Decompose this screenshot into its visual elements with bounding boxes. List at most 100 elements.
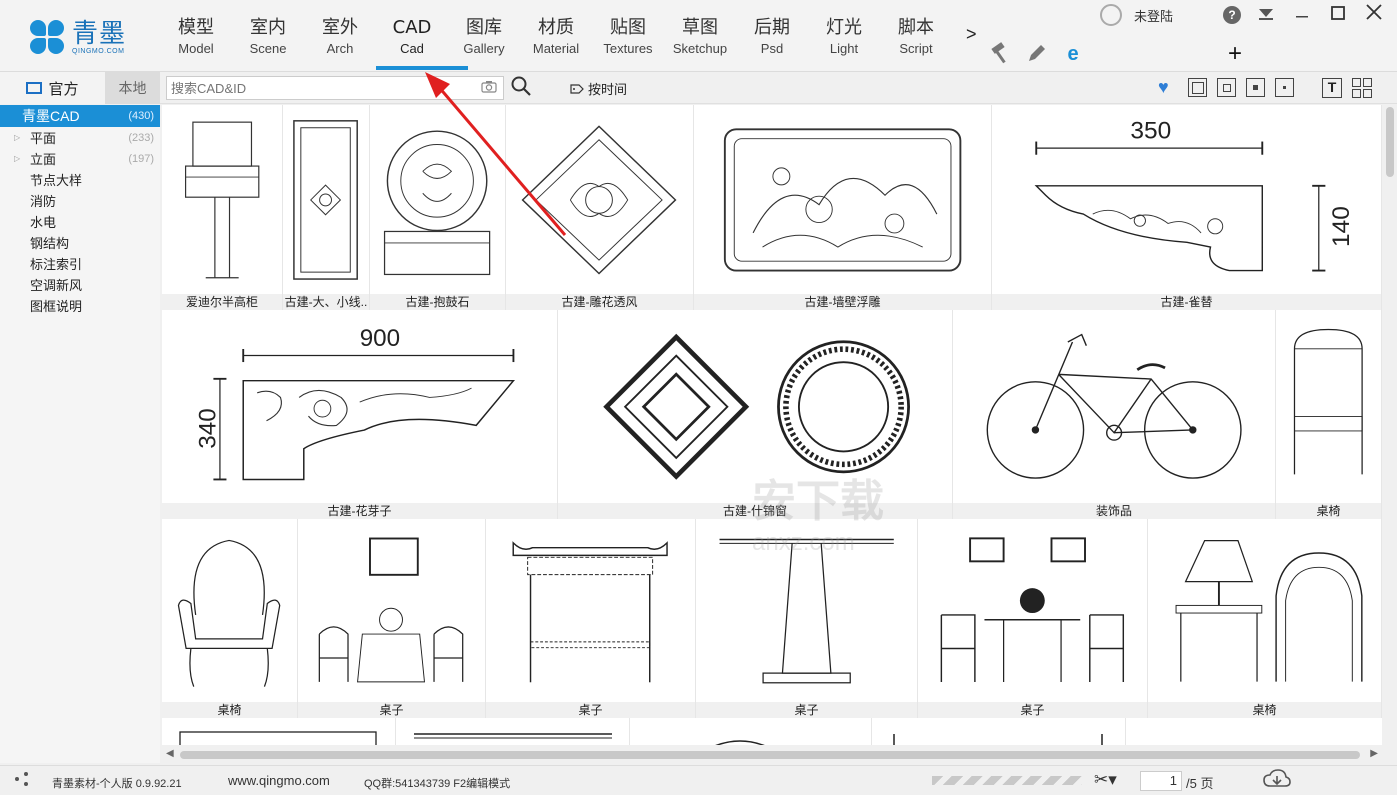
asset-thumbnail[interactable]	[953, 310, 1275, 503]
help-icon[interactable]: ?	[1223, 5, 1241, 24]
asset-card[interactable]: 桌椅	[1148, 519, 1382, 718]
asset-card[interactable]	[630, 718, 872, 745]
category-root-qingmo-cad[interactable]: 青墨CAD (430)	[0, 105, 160, 127]
asset-thumbnail[interactable]	[162, 105, 282, 294]
asset-card[interactable]: 装饰品	[953, 310, 1276, 519]
search-input[interactable]	[167, 77, 467, 99]
asset-card[interactable]: 桌子	[298, 519, 486, 718]
cloud-download-icon[interactable]	[1262, 768, 1292, 795]
layout-grid-icon[interactable]	[1352, 77, 1372, 98]
asset-card[interactable]	[872, 718, 1126, 745]
asset-card[interactable]: 900 340 古建-花芽子	[162, 310, 558, 519]
user-name[interactable]: 未登陆	[1134, 6, 1173, 25]
dropdown-menu-icon[interactable]	[1255, 4, 1277, 25]
text-mode-icon[interactable]: T	[1322, 77, 1342, 98]
hammer-icon[interactable]	[988, 42, 1014, 66]
asset-thumbnail[interactable]	[506, 105, 693, 294]
pencil-icon[interactable]	[1024, 42, 1050, 66]
category-item-plumbing-electric[interactable]: 水电	[0, 211, 160, 232]
sort-by-time-button[interactable]: 按时间	[570, 79, 627, 98]
asset-card[interactable]: 古建-大、小线..	[283, 105, 370, 310]
close-icon[interactable]	[1363, 4, 1385, 25]
bracket-drawing: 350 140	[1034, 117, 1354, 272]
asset-card[interactable]: 桌子	[486, 519, 696, 718]
view-large-icon[interactable]	[1217, 78, 1236, 97]
asset-thumbnail[interactable]	[370, 105, 505, 294]
asset-thumbnail[interactable]	[298, 519, 485, 702]
vertical-scrollbar[interactable]	[1383, 105, 1397, 763]
scroll-left-icon[interactable]: ◀	[166, 748, 174, 759]
scroll-thumb[interactable]	[180, 751, 1360, 759]
share-icon[interactable]	[14, 771, 30, 790]
nav-more-button[interactable]: >	[966, 24, 977, 45]
tab-light[interactable]: 灯光 Light	[808, 0, 880, 72]
browser-icon[interactable]: e	[1060, 42, 1086, 66]
asset-thumbnail[interactable]	[1148, 519, 1381, 702]
asset-thumbnail[interactable]	[486, 519, 695, 702]
tab-script[interactable]: 脚本 Script	[880, 0, 952, 72]
tab-psd[interactable]: 后期 Psd	[736, 0, 808, 72]
user-area[interactable]: 未登陆	[1100, 4, 1173, 26]
category-item-plan[interactable]: ▷ 平面 (233)	[0, 127, 160, 148]
version-label: 青墨素材-个人版 0.9.92.21	[52, 778, 182, 790]
view-small-icon[interactable]	[1275, 78, 1294, 97]
tab-gallery[interactable]: 图库 Gallery	[448, 0, 520, 72]
favorites-heart-icon[interactable]: ♥	[1158, 77, 1178, 98]
tab-scene[interactable]: 室内 Scene	[232, 0, 304, 72]
category-item-fire[interactable]: 消防	[0, 190, 160, 211]
asset-thumbnail[interactable]: 900 340	[162, 310, 557, 503]
asset-card[interactable]: 古建-雕花透风	[506, 105, 694, 310]
category-item-frame-notes[interactable]: 图框说明	[0, 295, 160, 316]
minimize-icon[interactable]	[1291, 4, 1313, 25]
tab-label-cn: 室内	[250, 16, 286, 38]
scissors-icon[interactable]: ✂▾	[1094, 770, 1117, 790]
asset-card[interactable]: 桌椅	[1276, 310, 1382, 519]
category-item-elevation[interactable]: ▷ 立面 (197)	[0, 148, 160, 169]
user-avatar-icon[interactable]	[1100, 4, 1122, 26]
asset-card[interactable]	[162, 718, 396, 745]
expand-arrow-icon[interactable]: ▷	[14, 154, 20, 163]
tab-sketchup[interactable]: 草图 Sketchup	[664, 0, 736, 72]
asset-thumbnail[interactable]: 350 140	[992, 105, 1381, 294]
asset-thumbnail[interactable]	[162, 519, 297, 702]
view-medium-icon[interactable]	[1246, 78, 1265, 97]
asset-thumbnail[interactable]	[1276, 310, 1381, 503]
tab-arch[interactable]: 室外 Arch	[304, 0, 376, 72]
asset-card[interactable]: 桌椅	[162, 519, 298, 718]
asset-thumbnail[interactable]	[872, 718, 1126, 745]
maximize-icon[interactable]	[1327, 4, 1349, 25]
asset-card[interactable]: 爱迪尔半高柜	[162, 105, 283, 310]
asset-card[interactable]: 古建-抱鼓石	[370, 105, 506, 310]
add-button[interactable]: +	[1228, 40, 1242, 68]
expand-arrow-icon[interactable]: ▷	[14, 133, 20, 142]
category-item-annotation-index[interactable]: 标注索引	[0, 253, 160, 274]
asset-card[interactable]: 古建-墙壁浮雕	[694, 105, 992, 310]
scroll-thumb[interactable]	[1386, 107, 1394, 177]
source-local-tab[interactable]: 本地	[105, 72, 160, 104]
asset-card[interactable]: 桌子	[918, 519, 1148, 718]
category-item-hvac[interactable]: 空调新风	[0, 274, 160, 295]
asset-thumbnail[interactable]	[630, 718, 872, 745]
website-link[interactable]: www.qingmo.com	[228, 773, 330, 788]
category-item-details[interactable]: 节点大样	[0, 169, 160, 190]
asset-card[interactable]: 350 140 古建-雀替	[992, 105, 1382, 310]
asset-thumbnail[interactable]	[396, 718, 630, 745]
asset-thumbnail[interactable]	[694, 105, 991, 294]
tab-model[interactable]: 模型 Model	[160, 0, 232, 72]
scroll-right-icon[interactable]: ▶	[1370, 748, 1378, 759]
dimension-label: 340	[194, 408, 221, 448]
camera-icon[interactable]	[481, 80, 497, 96]
tab-material[interactable]: 材质 Material	[520, 0, 592, 72]
asset-thumbnail[interactable]	[162, 718, 396, 745]
search-icon[interactable]	[510, 75, 532, 97]
source-official-tab[interactable]: 官方	[0, 72, 105, 104]
tab-cad[interactable]: CAD Cad	[376, 0, 468, 72]
asset-thumbnail[interactable]	[918, 519, 1147, 702]
asset-thumbnail[interactable]	[283, 105, 369, 294]
tab-textures[interactable]: 贴图 Textures	[592, 0, 664, 72]
page-number-input[interactable]: 1	[1140, 771, 1182, 791]
horizontal-scrollbar[interactable]: ◀ ▶	[162, 748, 1382, 762]
asset-card[interactable]	[396, 718, 630, 745]
view-xlarge-icon[interactable]	[1188, 78, 1207, 97]
category-item-steel-structure[interactable]: 钢结构	[0, 232, 160, 253]
